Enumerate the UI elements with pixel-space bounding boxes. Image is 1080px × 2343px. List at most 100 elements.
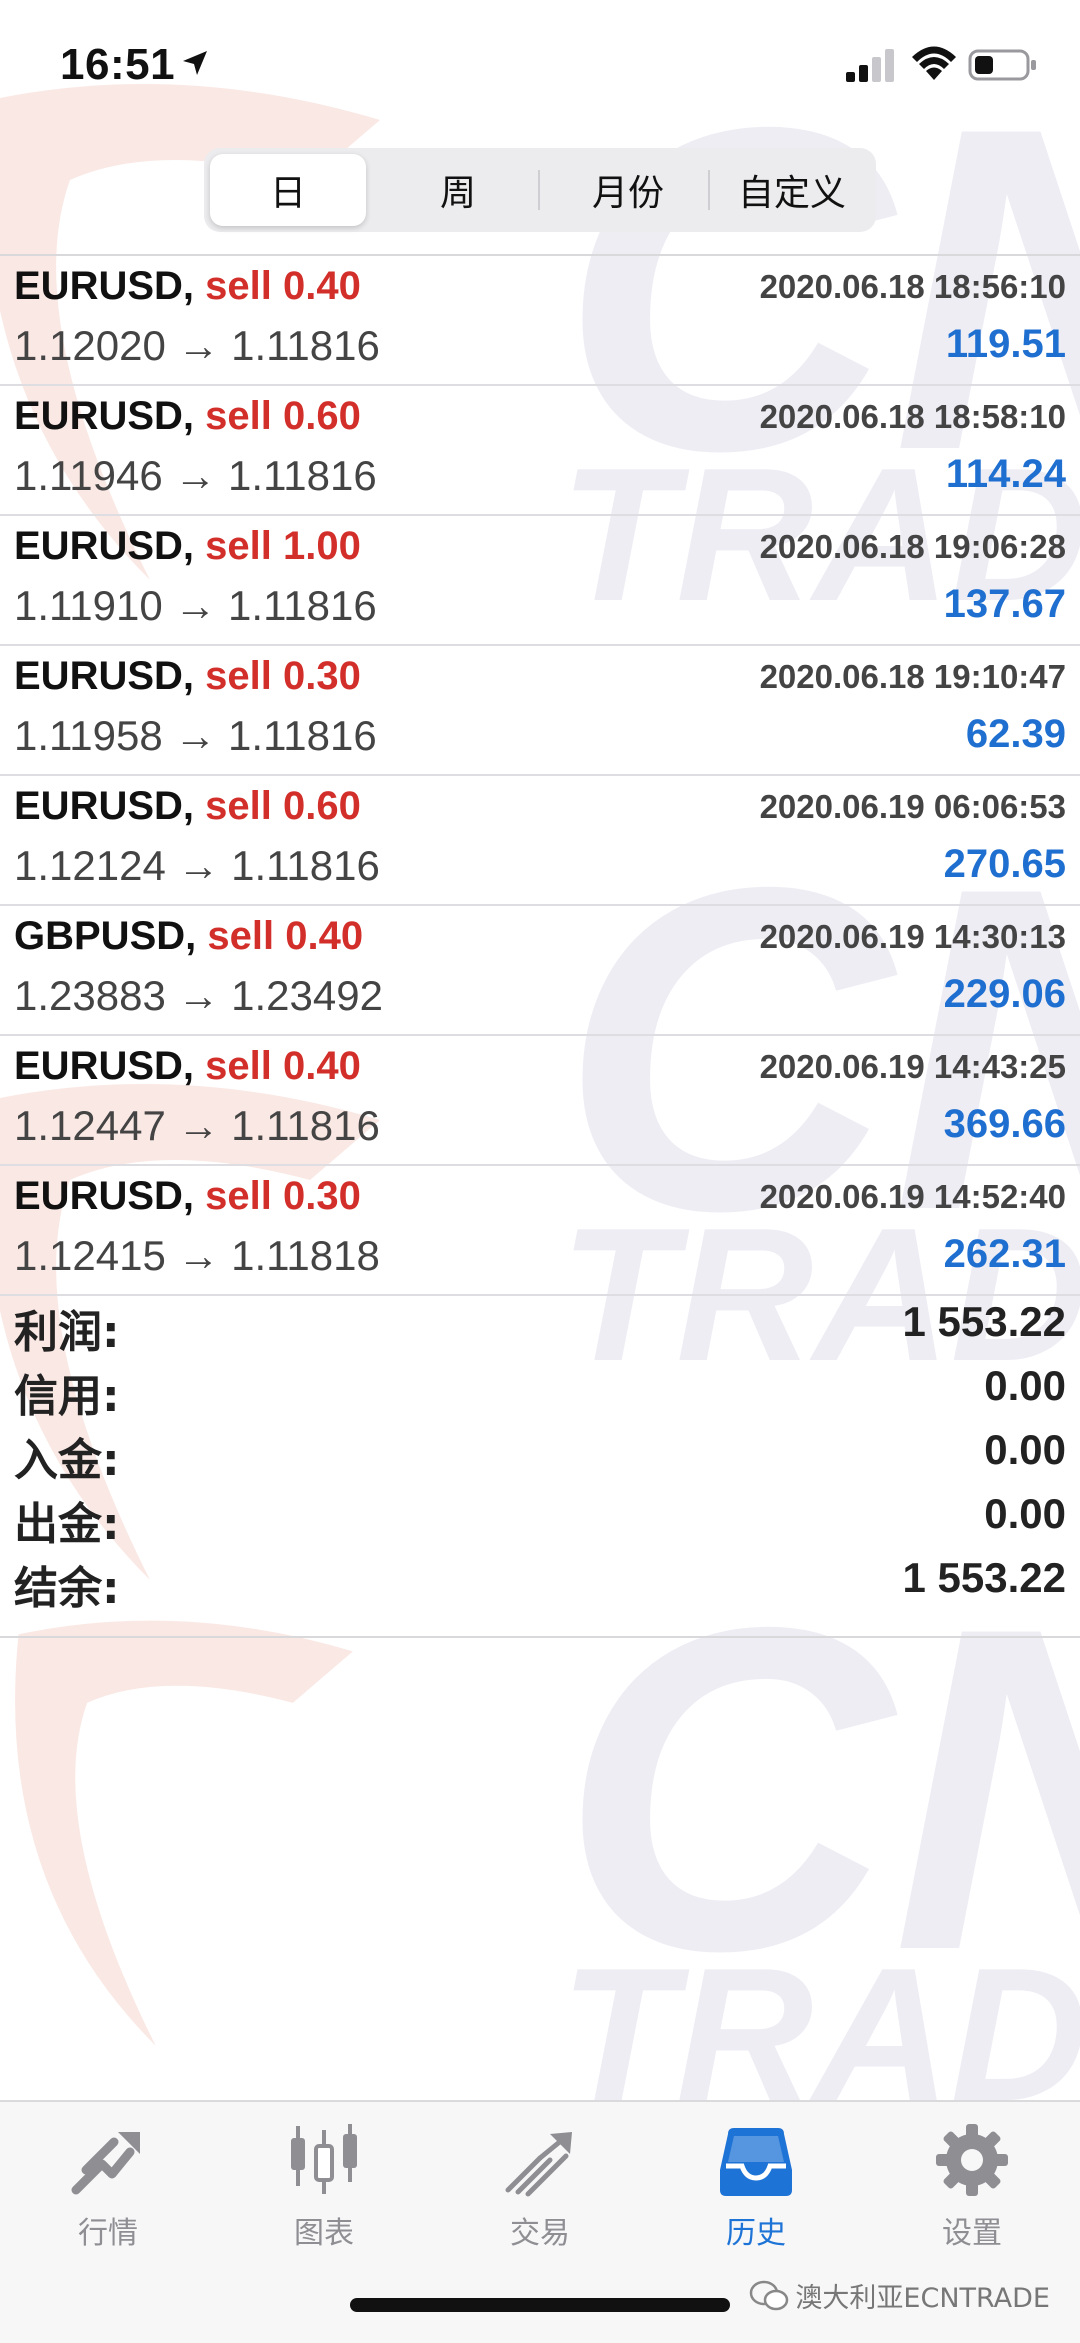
wechat-watermark: 澳大利亚ECNTRADE [749, 2276, 1050, 2315]
trade-profit: 119.51 [945, 322, 1066, 366]
tab-settings[interactable]: 设置 [864, 2120, 1080, 2270]
summary-profit: 利润: 1 553.22 [0, 1292, 1080, 1358]
summary-value: 0.00 [984, 1426, 1066, 1473]
trade-prices: 1.12447 → 1.11816 [14, 1102, 380, 1149]
trade-row[interactable]: EURUSD, sell 0.40 2020.06.18 18:56:10 1.… [0, 256, 1080, 386]
trade-profit: 262.31 [943, 1232, 1066, 1276]
trade-row[interactable]: EURUSD, sell 0.60 2020.06.18 18:58:10 1.… [0, 386, 1080, 516]
summary-label: 出金: [14, 1499, 120, 1550]
trade-row[interactable]: EURUSD, sell 0.40 2020.06.19 14:43:25 1.… [0, 1036, 1080, 1166]
location-arrow-icon [183, 51, 207, 75]
symbol-text: GBPUSD, [14, 914, 197, 958]
volume-text: 0.40 [283, 264, 361, 308]
summary-label: 信用: [14, 1371, 120, 1422]
trade-prices: 1.12020 → 1.11816 [14, 322, 380, 369]
wechat-label: 澳大利亚ECNTRADE [795, 2283, 1050, 2314]
trade-symbol: EURUSD, sell 1.00 [14, 524, 361, 569]
trade-row[interactable]: EURUSD, sell 0.60 2020.06.19 06:06:53 1.… [0, 776, 1080, 906]
trade-symbol: EURUSD, sell 0.30 [14, 654, 361, 699]
trade-time: 2020.06.19 14:43:25 [759, 1048, 1066, 1085]
trade-symbol: GBPUSD, sell 0.40 [14, 914, 363, 959]
symbol-text: EURUSD, [14, 264, 195, 308]
symbol-text: EURUSD, [14, 1174, 195, 1218]
side-text: sell [205, 784, 272, 828]
account-summary: 利润: 1 553.22 信用: 0.00 入金: 0.00 出金: 0.00 … [0, 1292, 1080, 1614]
summary-balance: 结余: 1 553.22 [0, 1548, 1080, 1614]
trade-side: sell 0.60 [205, 784, 361, 828]
trade-row[interactable]: EURUSD, sell 0.30 2020.06.18 19:10:47 1.… [0, 646, 1080, 776]
trade-side: sell 0.30 [205, 1174, 361, 1218]
summary-value: 1 553.22 [902, 1554, 1067, 1601]
trade-side: sell 1.00 [205, 524, 361, 568]
trade-time: 2020.06.19 14:30:13 [759, 918, 1066, 955]
trade-row[interactable]: EURUSD, sell 1.00 2020.06.18 19:06:28 1.… [0, 516, 1080, 646]
status-time: 16:51 [60, 40, 176, 89]
symbol-text: EURUSD, [14, 524, 195, 568]
battery-icon [968, 49, 1036, 81]
home-indicator[interactable] [350, 2298, 730, 2312]
trade-profit: 229.06 [943, 972, 1066, 1016]
side-text: sell [205, 1174, 272, 1218]
quotes-icon [71, 2132, 140, 2195]
segment-month[interactable]: 月份 [550, 154, 706, 226]
tab-label: 设置 [942, 2216, 1002, 2251]
trade-profit: 114.24 [945, 452, 1066, 496]
trade-icon [505, 2132, 572, 2197]
summary-bottom-divider [0, 1636, 1080, 1638]
trade-symbol: EURUSD, sell 0.40 [14, 264, 361, 309]
side-text: sell [207, 914, 275, 958]
trade-profit: 62.39 [965, 712, 1066, 756]
trade-row[interactable]: EURUSD, sell 0.30 2020.06.19 14:52:40 1.… [0, 1166, 1080, 1296]
tab-label: 图表 [294, 2216, 354, 2251]
symbol-text: EURUSD, [14, 394, 195, 438]
tab-trade[interactable]: 交易 [432, 2120, 648, 2270]
trade-profit: 369.66 [943, 1102, 1066, 1146]
segment-custom[interactable]: 自定义 [714, 154, 870, 226]
trade-time: 2020.06.18 18:56:10 [759, 268, 1066, 305]
period-segmented-control: 日 周 月份 自定义 [204, 148, 876, 232]
watermark-cn-3: CN [560, 1533, 1080, 2046]
trade-time: 2020.06.19 14:52:40 [759, 1178, 1066, 1215]
trade-side: sell 0.30 [205, 654, 361, 698]
trade-side: sell 0.40 [207, 914, 363, 958]
summary-value: 0.00 [984, 1490, 1066, 1537]
trade-profit: 137.67 [943, 582, 1066, 626]
trade-prices: 1.12124 → 1.11816 [14, 842, 380, 889]
tab-label: 交易 [510, 2216, 570, 2251]
trade-time: 2020.06.18 19:06:28 [759, 528, 1066, 565]
tab-label: 行情 [78, 2216, 138, 2251]
summary-value: 1 553.22 [902, 1298, 1067, 1345]
segment-divider [708, 170, 710, 210]
watermark-wing-3 [15, 1620, 353, 2046]
tab-chart[interactable]: 图表 [216, 2120, 432, 2270]
side-text: sell [205, 394, 272, 438]
volume-text: 0.30 [283, 654, 361, 698]
volume-text: 1.00 [283, 524, 361, 568]
side-text: sell [205, 1044, 272, 1088]
trade-symbol: EURUSD, sell 0.60 [14, 394, 361, 439]
status-bar: 16:51 [0, 0, 1080, 130]
volume-text: 0.40 [285, 914, 364, 958]
trade-prices: 1.23883 → 1.23492 [14, 972, 383, 1019]
summary-label: 入金: [14, 1435, 120, 1486]
trade-row[interactable]: GBPUSD, sell 0.40 2020.06.19 14:30:13 1.… [0, 906, 1080, 1036]
tab-quotes[interactable]: 行情 [0, 2120, 216, 2270]
cellular-signal-icon [846, 49, 894, 82]
symbol-text: EURUSD, [14, 784, 195, 828]
side-text: sell [205, 654, 272, 698]
segment-divider [538, 170, 540, 210]
trade-symbol: EURUSD, sell 0.60 [14, 784, 361, 829]
tab-label: 历史 [726, 2216, 786, 2251]
tab-history[interactable]: 历史 [648, 2120, 864, 2270]
settings-icon [936, 2124, 1008, 2196]
trade-prices: 1.11946 → 1.11816 [14, 452, 377, 499]
volume-text: 0.30 [283, 1174, 361, 1218]
chart-icon [291, 2124, 357, 2194]
wechat-icon [750, 2280, 789, 2310]
segment-week[interactable]: 周 [380, 154, 536, 226]
segment-day[interactable]: 日 [210, 154, 366, 226]
side-text: sell [205, 264, 272, 308]
wifi-icon [912, 46, 956, 80]
volume-text: 0.40 [283, 1044, 361, 1088]
summary-withdrawal: 出金: 0.00 [0, 1484, 1080, 1550]
